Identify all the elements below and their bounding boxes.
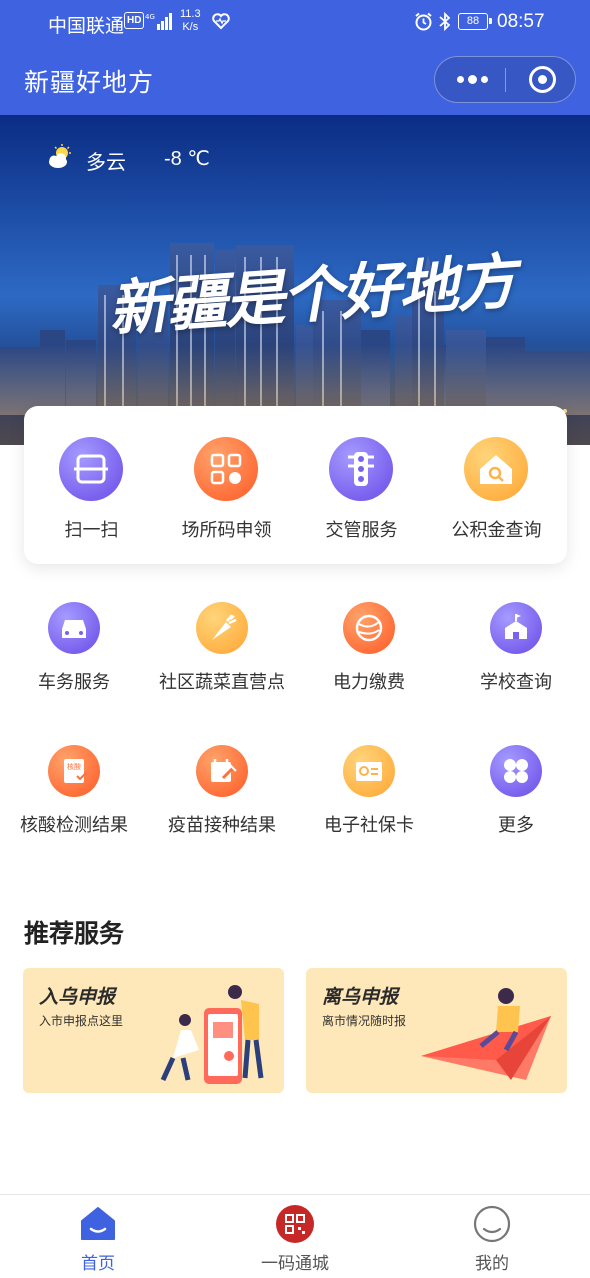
service-label: 电力缴费 [333,672,405,692]
signal-icon: 4G [145,13,172,30]
service-vaccine[interactable]: 疫苗接种结果 [148,745,296,855]
tab-profile[interactable]: 我的 [394,1195,590,1278]
quick-item-label: 交管服务 [325,520,398,540]
school-icon [490,602,542,654]
miniprogram-capsule [434,56,576,103]
carrot-icon [196,602,248,654]
tab-home[interactable]: 首页 [0,1195,196,1278]
service-more[interactable]: 更多 [442,745,590,855]
service-nucleic-test[interactable]: 核酸 核酸检测结果 [0,745,148,855]
recommended-card-title: 离乌申报 [322,987,399,1008]
quick-item-place-code[interactable]: 场所码申领 [159,406,294,564]
hero-banner[interactable]: 多云 -8 ℃ 新疆是个好地方 [0,115,590,445]
profile-icon [473,1205,511,1243]
svg-text:4G: 4G [145,13,155,21]
service-label: 更多 [498,815,534,835]
net-speed: 11.3 K/s [180,8,201,34]
page-title: 新疆好地方 [24,69,155,97]
recommended-title: 推荐服务 [24,920,125,948]
quick-access-card: 扫一扫 场所码申领 交管服务 公积金查询 [24,406,567,564]
hd-badge: HD [124,12,145,29]
bottom-tab-bar: 首页 一码通城 我的 [0,1194,590,1278]
service-social-card[interactable]: 电子社保卡 [295,745,443,855]
status-time: 08:57 [497,11,545,32]
dot-icon [468,75,477,84]
service-label: 社区蔬菜直营点 [159,672,285,692]
net-speed-value: 11.3 [180,8,201,20]
more-icon [490,745,542,797]
test-report-icon: 核酸 [48,745,100,797]
dot-icon [481,76,488,83]
tab-label: 一码通城 [261,1254,329,1273]
recommended-card-entry[interactable]: 入乌申报 入市申报点这里 [23,968,284,1093]
net-speed-unit: K/s [182,21,199,33]
service-school[interactable]: 学校查询 [442,602,590,712]
tab-city-code[interactable]: 一码通城 [197,1195,393,1278]
car-icon [48,602,100,654]
quick-item-label: 公积金查询 [451,520,542,540]
traffic-light-icon [329,437,393,501]
service-vegetables[interactable]: 社区蔬菜直营点 [148,602,296,712]
tab-label: 首页 [81,1254,115,1273]
social-card-icon [343,745,395,797]
status-bar: 中国联通 HD 4G 11.3 K/s 88 08:57 [0,0,590,45]
qrcode-city-icon [276,1205,314,1243]
service-electricity[interactable]: 电力缴费 [295,602,443,712]
quick-item-label: 场所码申领 [181,520,272,540]
more-options-button[interactable] [435,57,505,102]
carrier-name: 中国联通 [48,16,125,37]
qrcode-apply-icon [194,437,258,501]
recommended-card-subtitle: 入市申报点这里 [39,1014,124,1028]
home-icon [81,1207,115,1240]
dot-icon [457,76,464,83]
capsule-divider [505,68,506,92]
tab-label: 我的 [475,1254,509,1273]
quick-item-scan[interactable]: 扫一扫 [24,406,159,564]
battery-indicator: 88 [458,13,492,30]
weather-condition: 多云 [86,152,126,174]
service-label: 疫苗接种结果 [168,815,276,835]
vaccine-icon [196,745,248,797]
power-icon [343,602,395,654]
service-label: 核酸检测结果 [20,815,128,835]
recommended-card-title: 入乌申报 [39,987,116,1008]
service-label: 学校查询 [480,672,552,692]
house-search-icon [464,437,528,501]
recommended-card-subtitle: 离市情况随时报 [322,1014,407,1028]
close-miniprogram-button[interactable] [529,66,556,93]
weather-temperature: -8 ℃ [164,148,210,170]
partly-cloudy-icon [49,144,71,168]
svg-text:核酸: 核酸 [67,762,81,771]
alarm-icon [415,12,432,31]
service-label: 车务服务 [38,672,110,692]
service-label: 电子社保卡 [324,815,414,835]
recommended-card-exit[interactable]: 离乌申报 离市情况随时报 [306,968,567,1093]
bluetooth-icon [439,11,451,32]
quick-item-fund[interactable]: 公积金查询 [429,406,564,564]
top-bar: 中国联通 HD 4G 11.3 K/s 88 08:57 新疆好地方 [0,0,590,115]
service-car[interactable]: 车务服务 [0,602,148,712]
quick-item-traffic[interactable]: 交管服务 [294,406,429,564]
scan-icon [59,437,123,501]
quick-item-label: 扫一扫 [64,520,119,540]
heart-icon [212,13,230,30]
